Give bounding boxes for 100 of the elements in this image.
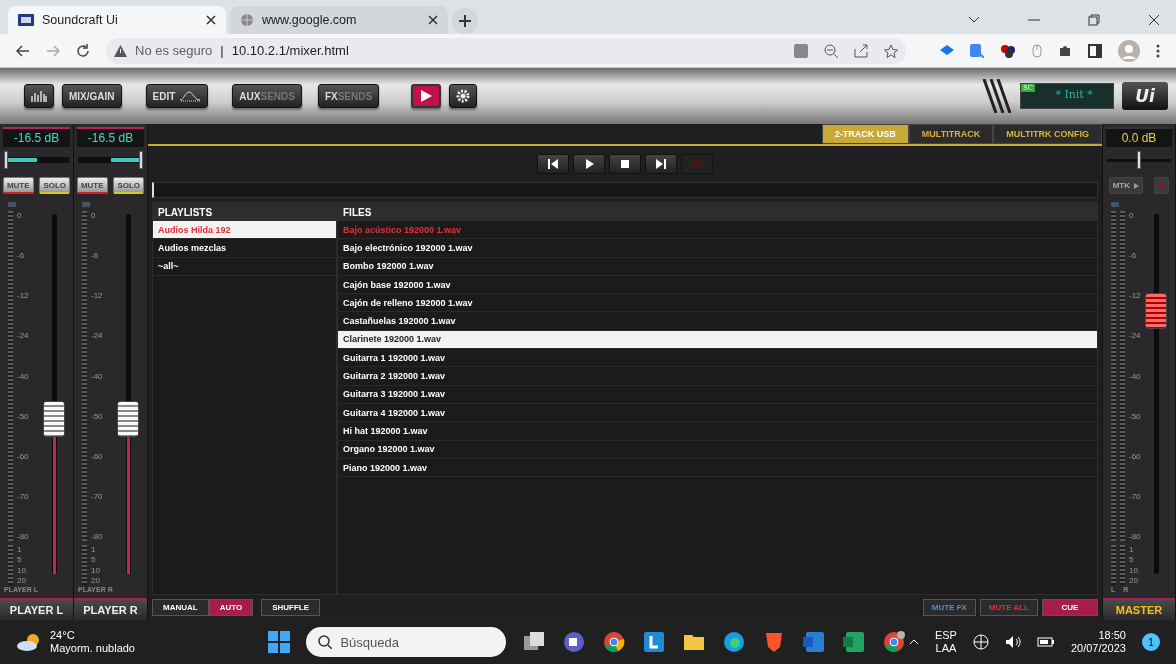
file-item[interactable]: Castañuelas 192000 1.wav	[338, 312, 1097, 331]
player-tab[interactable]: MULTITRK CONFIG	[993, 124, 1102, 144]
mute-button[interactable]: MUTE	[76, 177, 108, 194]
language-indicator[interactable]: ESP LAA	[934, 629, 957, 655]
settings-button[interactable]	[449, 84, 478, 108]
mode-button[interactable]: AUTO	[208, 599, 254, 616]
browser-tab[interactable]: Soundcraft Ui	[8, 6, 226, 34]
file-item[interactable]: Cajón de relleno 192000 1.wav	[338, 294, 1097, 313]
file-item[interactable]: Bombo 192000 1.wav	[338, 257, 1097, 276]
prev-button[interactable]	[537, 154, 569, 174]
zoom-out-icon[interactable]	[824, 43, 838, 58]
browser-icon[interactable]	[882, 630, 907, 654]
scale-label: 1	[17, 545, 23, 554]
share-icon[interactable]	[854, 43, 868, 58]
clip-meter	[82, 545, 87, 585]
next-button[interactable]	[645, 154, 677, 174]
clock[interactable]: 18:50 20/07/2023	[1070, 629, 1126, 655]
new-tab-icon[interactable]	[452, 8, 478, 34]
pan-thumb[interactable]	[4, 151, 8, 169]
close-icon[interactable]	[1148, 14, 1160, 26]
file-item[interactable]: Bajo electrónico 192000 1.wav	[338, 239, 1097, 258]
spreadsheet-icon[interactable]	[842, 630, 867, 654]
solo-button[interactable]: SOLO	[39, 177, 71, 194]
browser-tab[interactable]: www.google.com	[230, 6, 448, 34]
network-icon[interactable]	[972, 634, 989, 650]
stripes-drawing	[982, 79, 1012, 113]
scale-label: -50	[17, 411, 29, 421]
pan-slider[interactable]	[4, 151, 69, 169]
battery-icon[interactable]	[1036, 636, 1055, 648]
document-icon[interactable]	[802, 630, 827, 654]
mode-button[interactable]: SHUFFLE	[261, 599, 321, 616]
toolbar-button[interactable]: FXSENDS	[317, 84, 380, 108]
restore-icon[interactable]	[1088, 14, 1100, 26]
address-bar[interactable]: No es seguro | 10.10.2.1/mixer.html	[106, 37, 906, 64]
search-field[interactable]: Búsqueda	[306, 627, 507, 657]
action-button[interactable]: MUTE FX	[922, 599, 976, 616]
playlist-item[interactable]: ~all~	[153, 257, 336, 276]
app-icon[interactable]	[642, 630, 667, 654]
stop-button[interactable]	[609, 154, 641, 174]
scale-label: 20	[91, 576, 100, 585]
toolbar-button[interactable]: AUXSENDS	[232, 84, 302, 108]
notification-badge[interactable]: 1	[1142, 633, 1160, 651]
file-item[interactable]: Guitarra 4 192000 1.wav	[338, 403, 1097, 423]
search-icon	[318, 635, 333, 649]
extension-icon[interactable]	[940, 44, 954, 57]
scale-label: -50	[91, 411, 103, 421]
mute-button[interactable]: MUTE	[2, 177, 34, 194]
fader-knob[interactable]	[43, 401, 65, 438]
gain-display[interactable]: 0.0 dB	[1106, 127, 1172, 147]
volume-icon[interactable]	[1004, 635, 1021, 649]
clip-meter	[1111, 545, 1116, 585]
player-button[interactable]	[411, 84, 442, 108]
action-button[interactable]: CUE	[1042, 599, 1098, 616]
mode-button[interactable]: MANUAL	[152, 599, 209, 616]
player-tab[interactable]: MULTITRACK	[908, 124, 994, 144]
gain-display[interactable]: -16.5 dB	[3, 127, 70, 147]
balls-icon[interactable]	[1000, 43, 1016, 58]
scale-label: 1	[1129, 545, 1135, 554]
pan-slider[interactable]	[78, 151, 143, 169]
pan-thumb[interactable]	[139, 151, 143, 169]
balance-slider[interactable]	[1107, 151, 1171, 169]
video-call-icon[interactable]	[562, 630, 587, 654]
file-item[interactable]: Organo 192000 1.wav	[338, 440, 1097, 459]
scale-label: -40	[91, 371, 103, 381]
playlist-item[interactable]: Audios Hilda 192	[153, 221, 336, 240]
edit-button[interactable]: EDIT	[145, 84, 209, 108]
chevron-up-icon[interactable]	[908, 639, 919, 645]
playlist-item[interactable]: Audios mezclas	[153, 239, 336, 258]
info-field[interactable]	[152, 182, 1098, 198]
channel-name: PLAYER R	[74, 598, 147, 620]
more-icon[interactable]	[1156, 43, 1160, 58]
mouse-icon[interactable]	[1032, 43, 1042, 58]
file-item[interactable]: Cajón base 192000 1.wav	[338, 275, 1097, 295]
close-icon[interactable]	[206, 15, 216, 25]
browser-icon[interactable]	[602, 630, 627, 654]
side-panel-icon[interactable]	[1088, 43, 1102, 58]
toolbar-button[interactable]: MIX/GAIN	[62, 84, 122, 108]
file-item[interactable]: Guitarra 3 192000 1.wav	[338, 385, 1097, 404]
scale-label: 10	[17, 565, 26, 575]
scale-label: 0	[1129, 211, 1135, 220]
close-icon[interactable]	[428, 15, 438, 25]
file-item[interactable]: Piano 192000 1.wav	[338, 458, 1097, 478]
meters-button[interactable]	[24, 84, 54, 108]
file-item[interactable]: Guitarra 2 192000 1.wav	[338, 367, 1097, 386]
chevron-down-icon[interactable]	[968, 16, 980, 24]
file-item[interactable]: Bajo acústico 192000 1.wav	[338, 221, 1097, 240]
scale-label: 20	[1129, 576, 1138, 585]
back-icon[interactable]	[16, 44, 30, 57]
file-item[interactable]: Guitarra 1 192000 1.wav	[338, 349, 1097, 368]
reload-icon[interactable]	[76, 43, 90, 58]
fader-knob[interactable]	[117, 401, 139, 438]
browser-icon[interactable]	[722, 630, 747, 654]
balance-thumb[interactable]	[1137, 151, 1141, 169]
windows-icon[interactable]	[268, 631, 291, 653]
file-item[interactable]: Hi hat 192000 1.wav	[338, 422, 1097, 441]
gain-display[interactable]: -16.5 dB	[77, 127, 144, 147]
solo-button[interactable]: SOLO	[113, 177, 145, 194]
extension-icon[interactable]	[970, 43, 984, 58]
star-icon[interactable]	[884, 43, 898, 58]
play-button[interactable]	[573, 154, 605, 174]
